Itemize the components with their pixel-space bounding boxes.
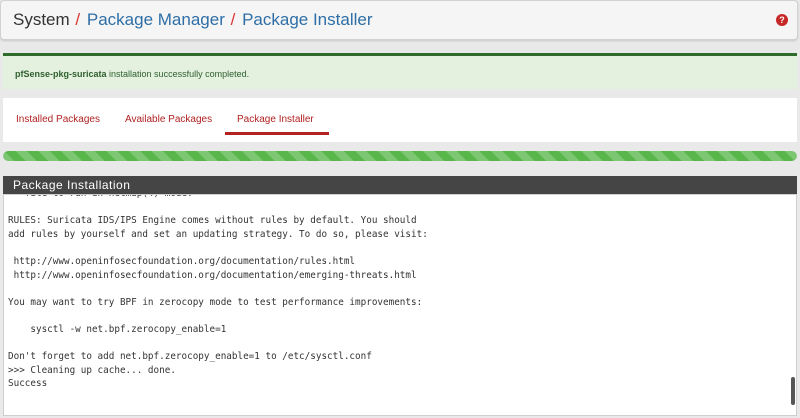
success-alert: pfSense-pkg-suricata installation succes… — [3, 53, 797, 89]
active-tab-indicator — [225, 132, 329, 135]
page-header: System / Package Manager / Package Insta… — [0, 0, 798, 40]
tab-available-packages[interactable]: Available Packages — [125, 114, 212, 125]
tab-package-installer[interactable]: Package Installer — [237, 114, 314, 125]
breadcrumb-separator: / — [75, 10, 81, 29]
panel-title: Package Installation — [3, 176, 797, 194]
breadcrumb: System / Package Manager / Package Insta… — [13, 10, 372, 30]
breadcrumb-package-manager-link[interactable]: Package Manager — [87, 10, 225, 29]
alert-message: pfSense-pkg-suricata installation succes… — [15, 69, 249, 79]
question-circle-icon[interactable]: ? — [776, 14, 788, 26]
tab-bar: Installed Packages Available Packages Pa… — [3, 98, 797, 142]
breadcrumb-separator: / — [230, 10, 236, 29]
log-scrollbar[interactable] — [791, 377, 795, 405]
breadcrumb-package-installer-link[interactable]: Package Installer — [242, 10, 372, 29]
tab-installed-packages[interactable]: Installed Packages — [16, 114, 100, 125]
progress-fill — [3, 151, 797, 161]
alert-text: installation successfully completed. — [106, 69, 250, 79]
install-progress-bar — [3, 151, 797, 161]
install-log-output[interactable]: file to run in netmap(4) mode. RULES: Su… — [3, 194, 797, 416]
breadcrumb-system: System — [13, 10, 70, 29]
alert-package-name: pfSense-pkg-suricata — [15, 69, 107, 79]
log-text: file to run in netmap(4) mode. RULES: Su… — [8, 195, 428, 390]
